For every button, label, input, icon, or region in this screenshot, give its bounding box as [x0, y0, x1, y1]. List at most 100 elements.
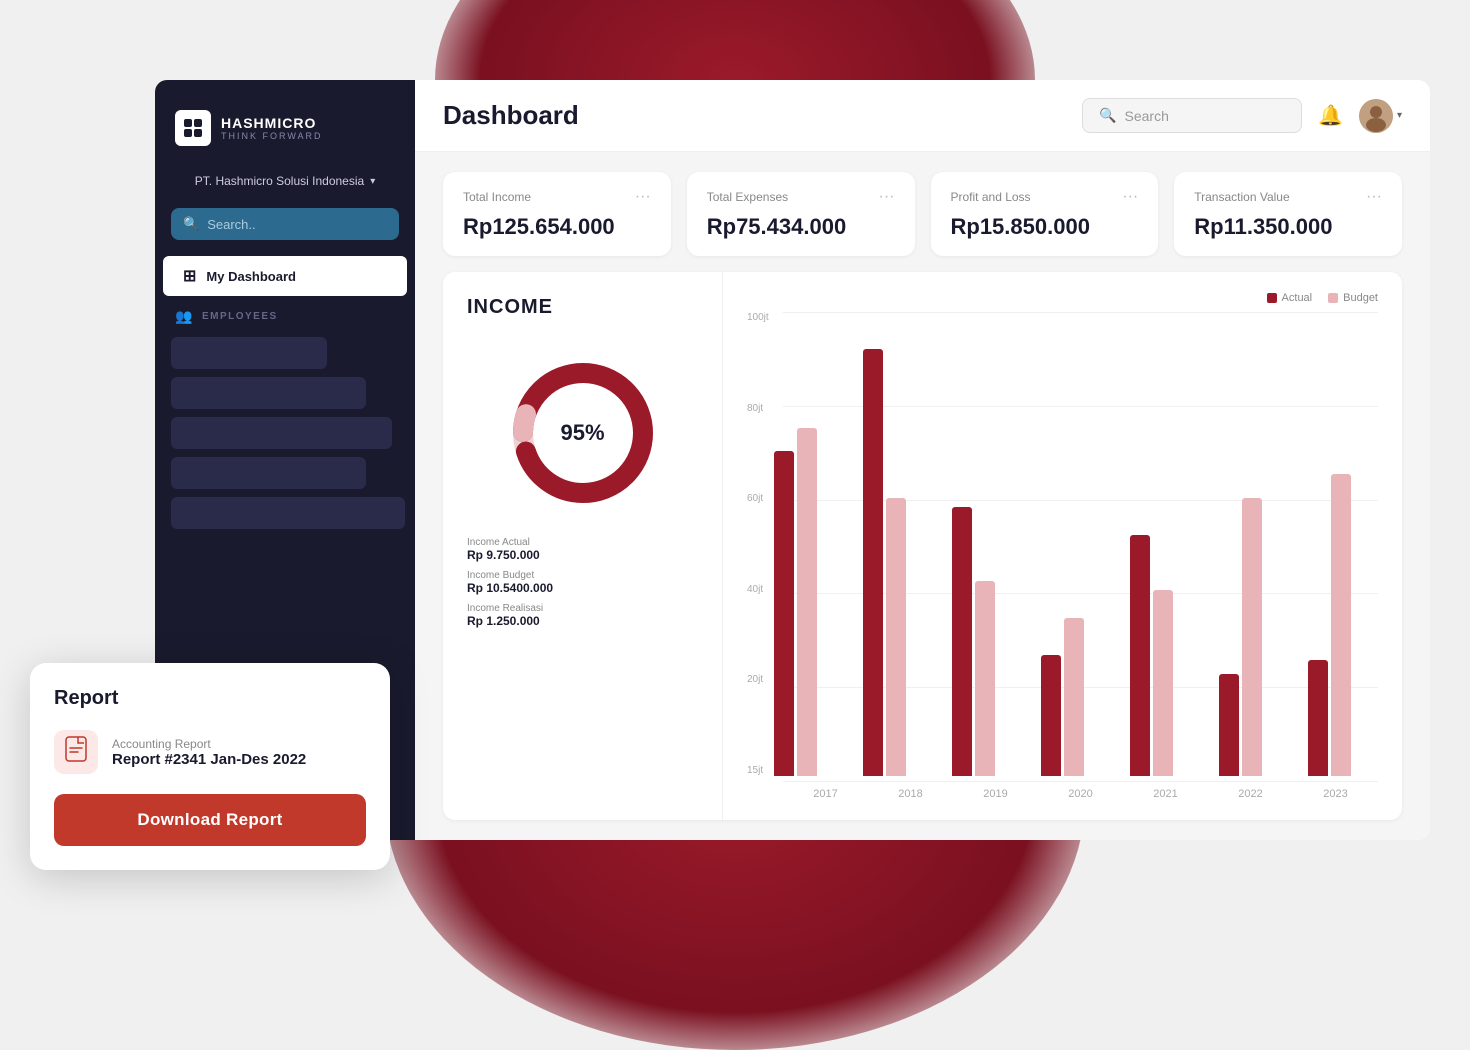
bell-icon[interactable]: 🔔	[1318, 103, 1343, 128]
logo-text: HASHMICRO THINK FORWARD	[221, 115, 323, 141]
sidebar-item-my-dashboard[interactable]: ⊞ My Dashboard	[163, 256, 407, 296]
stat-label-income: Total Income	[463, 190, 531, 204]
nav-skeleton-3	[171, 417, 392, 449]
stat-card-profit: Profit and Loss ··· Rp15.850.000	[931, 172, 1159, 256]
company-selector[interactable]: PT. Hashmicro Solusi Indonesia ▾	[155, 166, 415, 196]
bar-actual-2023	[1308, 660, 1328, 776]
bar-budget-2023	[1331, 474, 1351, 776]
page-title: Dashboard	[443, 100, 579, 131]
nav-skeleton-2	[171, 377, 366, 409]
income-stats: Income Actual Rp 9.750.000 Income Budget…	[467, 537, 698, 628]
bar-chart-container: 15jt 20jt 40jt 60jt 80jt 100jt	[747, 312, 1378, 800]
stat-card-income: Total Income ··· Rp125.654.000	[443, 172, 671, 256]
report-item: Accounting Report Report #2341 Jan-Des 2…	[54, 730, 366, 774]
employees-section-label: 👥 EMPLOYEES	[155, 296, 415, 333]
bar-group-2018	[840, 312, 929, 776]
stat-label-profit: Profit and Loss	[951, 190, 1031, 204]
employees-icon: 👥	[175, 308, 194, 325]
report-icon-wrap	[54, 730, 98, 774]
header-search-bar[interactable]: 🔍	[1082, 98, 1302, 133]
stat-card-transaction: Transaction Value ··· Rp11.350.000	[1174, 172, 1402, 256]
stat-value-expenses: Rp75.434.000	[707, 214, 846, 239]
income-budget-value: Rp 10.5400.000	[467, 581, 698, 595]
bar-actual-2020	[1041, 655, 1061, 776]
stat-menu-expenses[interactable]: ···	[879, 188, 895, 206]
legend-budget: Budget	[1328, 292, 1378, 304]
company-name: PT. Hashmicro Solusi Indonesia	[195, 174, 364, 188]
income-right-panel: Actual Budget 15jt 20jt 40jt 60jt	[723, 272, 1402, 820]
donut-chart-container: 95%	[467, 353, 698, 513]
stat-value-transaction: Rp11.350.000	[1194, 214, 1332, 239]
legend-actual: Actual	[1267, 292, 1313, 304]
income-left-panel: INCOME 95% Income Actual R	[443, 272, 723, 820]
bars-area: 2017201820192020202120222023	[783, 312, 1378, 800]
report-file-icon	[64, 735, 88, 769]
header-right: 🔍 🔔 ▾	[1082, 98, 1402, 133]
bar-budget-2021	[1153, 590, 1173, 776]
stats-row: Total Income ··· Rp125.654.000 Total Exp…	[415, 152, 1430, 272]
bar-budget-2019	[975, 581, 995, 776]
logo-tagline: THINK FORWARD	[221, 131, 323, 141]
avatar-area[interactable]: ▾	[1359, 99, 1402, 133]
chart-legend: Actual Budget	[747, 292, 1378, 304]
x-axis-label-2018: 2018	[868, 788, 953, 800]
nav-skeleton-5	[171, 497, 405, 529]
report-sub-label: Accounting Report	[112, 737, 306, 751]
chevron-down-icon: ▾	[370, 176, 375, 187]
income-section: INCOME 95% Income Actual R	[443, 272, 1402, 820]
income-stat-realisasi: Income Realisasi Rp 1.250.000	[467, 603, 698, 628]
main-content: Dashboard 🔍 🔔 ▾	[415, 80, 1430, 840]
x-axis-label-2019: 2019	[953, 788, 1038, 800]
stat-menu-income[interactable]: ···	[635, 188, 651, 206]
search-input[interactable]	[207, 217, 387, 232]
income-realisasi-label: Income Realisasi	[467, 603, 698, 614]
x-axis-label-2022: 2022	[1208, 788, 1293, 800]
x-axis-label-2020: 2020	[1038, 788, 1123, 800]
stat-label-expenses: Total Expenses	[707, 190, 788, 204]
dashboard-icon: ⊞	[183, 266, 196, 286]
donut-percent-label: 95%	[560, 420, 604, 446]
bar-actual-2021	[1130, 535, 1150, 776]
nav-skeleton-4	[171, 457, 366, 489]
logo-brand: HASHMICRO	[221, 115, 323, 131]
bar-actual-2018	[863, 349, 883, 776]
x-axis-label-2017: 2017	[783, 788, 868, 800]
bar-group-2023	[1285, 312, 1374, 776]
legend-actual-label: Actual	[1282, 292, 1313, 304]
income-stat-budget: Income Budget Rp 10.5400.000	[467, 570, 698, 595]
bar-group-2017	[751, 312, 840, 776]
avatar-chevron-icon: ▾	[1397, 110, 1402, 121]
x-axis: 2017201820192020202120222023	[783, 782, 1378, 800]
legend-actual-dot	[1267, 293, 1277, 303]
bar-group-2019	[929, 312, 1018, 776]
x-axis-label-2023: 2023	[1293, 788, 1378, 800]
sidebar-search[interactable]: 🔍	[171, 208, 399, 240]
income-stat-actual: Income Actual Rp 9.750.000	[467, 537, 698, 562]
logo-icon	[175, 110, 211, 146]
nav-skeleton-1	[171, 337, 327, 369]
header: Dashboard 🔍 🔔 ▾	[415, 80, 1430, 152]
report-popup: Report Accounting Report Report #2341 Ja…	[30, 663, 390, 870]
grid-line-1	[783, 781, 1378, 782]
bar-group-2021	[1107, 312, 1196, 776]
stat-menu-transaction[interactable]: ···	[1366, 188, 1382, 206]
bar-budget-2018	[886, 498, 906, 776]
sidebar-item-label: My Dashboard	[206, 269, 296, 284]
report-info: Accounting Report Report #2341 Jan-Des 2…	[112, 737, 306, 768]
download-report-button[interactable]: Download Report	[54, 794, 366, 846]
legend-budget-label: Budget	[1343, 292, 1378, 304]
report-name: Report #2341 Jan-Des 2022	[112, 751, 306, 768]
income-actual-value: Rp 9.750.000	[467, 548, 698, 562]
income-title: INCOME	[467, 296, 698, 319]
search-input[interactable]	[1125, 108, 1286, 124]
bar-chart-inner: 15jt 20jt 40jt 60jt 80jt 100jt	[747, 312, 1378, 800]
bar-group-2022	[1196, 312, 1285, 776]
stat-menu-profit[interactable]: ···	[1122, 188, 1138, 206]
report-popup-title: Report	[54, 687, 366, 710]
income-realisasi-value: Rp 1.250.000	[467, 614, 698, 628]
stat-value-income: Rp125.654.000	[463, 214, 615, 239]
income-budget-label: Income Budget	[467, 570, 698, 581]
bar-budget-2022	[1242, 498, 1262, 776]
bar-actual-2019	[952, 507, 972, 776]
bar-budget-2017	[797, 428, 817, 776]
